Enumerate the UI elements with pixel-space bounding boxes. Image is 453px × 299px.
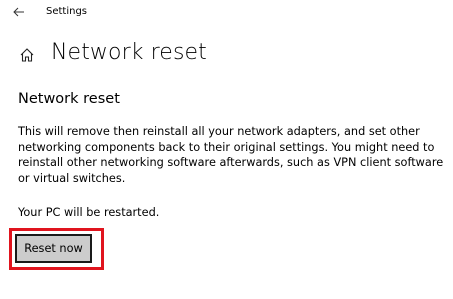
window-title: Settings [46,6,88,17]
arrow-left-icon [13,7,24,17]
title-bar: Settings [0,0,453,24]
restart-note: Your PC will be restarted. [18,206,160,219]
back-button[interactable] [9,3,29,21]
reset-description: This will remove then reinstall all your… [18,125,444,185]
home-icon [18,46,36,64]
section-heading: Network reset [18,91,120,107]
settings-page: Settings Network reset Network reset Thi… [0,0,453,299]
reset-now-button[interactable]: Reset now [15,234,92,263]
page-title: Network reset [51,40,207,65]
page-header: Network reset [18,36,207,70]
